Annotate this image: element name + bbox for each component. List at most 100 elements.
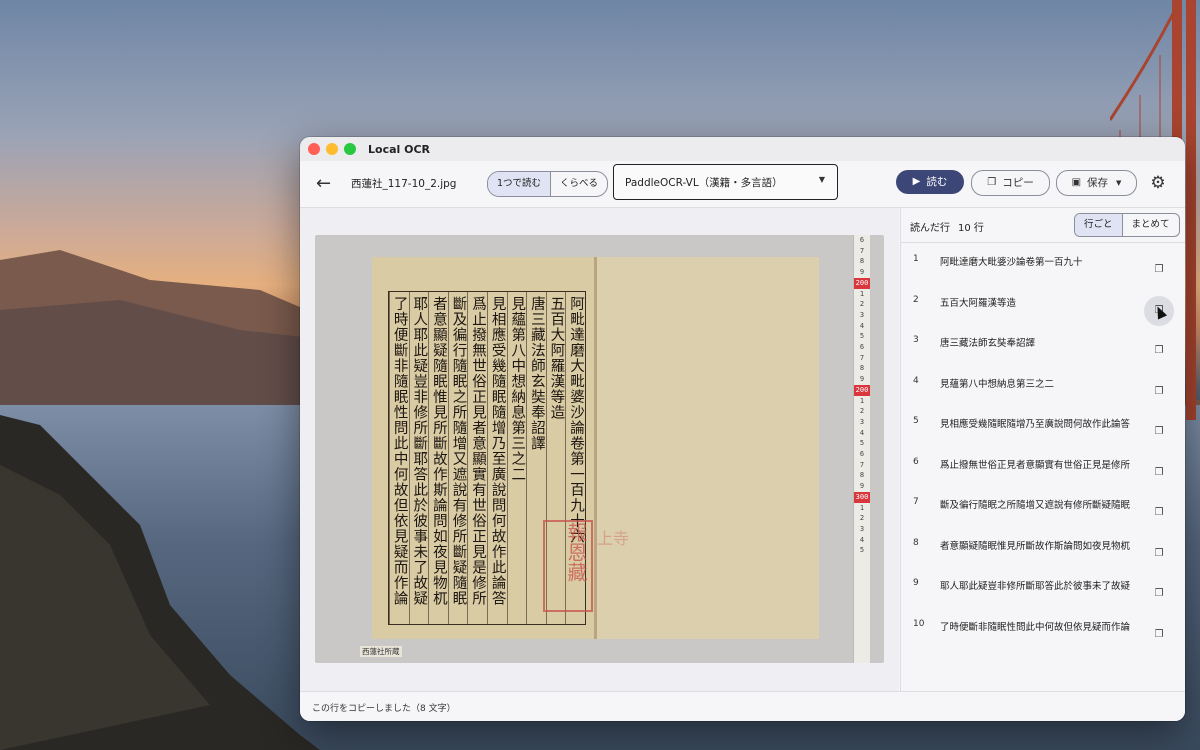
- copy-line-icon[interactable]: ❐: [1151, 384, 1167, 400]
- line-number: 7: [913, 497, 919, 507]
- ruler-mark: 3: [859, 524, 865, 533]
- copy-line-icon[interactable]: ❐: [1151, 546, 1167, 562]
- line-text: 爲止撥無世俗正見者意顯實有世俗正見是修所: [940, 459, 1131, 471]
- ruler-mark: 1: [859, 396, 865, 405]
- line-number: 5: [913, 416, 919, 426]
- line-text: 斷及徧行隨眠之所隨增又遮說有修所斷疑隨眠: [940, 500, 1131, 511]
- ruler-mark: 9: [859, 482, 865, 491]
- line-text: 唐三藏法師玄奘奉詔譯: [940, 338, 1036, 349]
- back-arrow-icon[interactable]: ←: [316, 173, 338, 195]
- ruler-mark: 9: [859, 375, 865, 384]
- faded-seal: 上寺: [597, 529, 630, 548]
- text-column: 爲止撥無世俗正見者意顯實有世俗正見是修所: [467, 292, 487, 624]
- ruler-mark: 9: [859, 268, 865, 277]
- ruler-mark: 2: [859, 514, 865, 523]
- status-message: この行をコピーしました（8 文字）: [312, 704, 456, 714]
- copy-icon: ❐: [987, 177, 997, 188]
- ruler-mark: 3: [859, 417, 865, 426]
- red-seal: 報恩藏: [543, 520, 593, 612]
- view-toggle: 行ごと まとめて: [1074, 213, 1180, 237]
- copy-all-button[interactable]: ❐ コピー: [971, 170, 1050, 196]
- result-line[interactable]: 3 唐三藏法師玄奘奉詔譯 ❐: [901, 325, 1185, 366]
- ruler-mark: 8: [859, 364, 865, 373]
- line-number: 1: [913, 254, 919, 264]
- measuring-ruler: 6 7 8 9 200 1 2 3 4 5 6 7 8 9 200 1 2 3 4 5 6 7 8 9 300 1 2 3 4 5: [853, 235, 870, 663]
- line-number: 2: [913, 294, 919, 305]
- line-number: 9: [913, 578, 919, 588]
- ruler-mark: 6: [859, 236, 865, 244]
- save-button-label: 保存: [1087, 177, 1109, 189]
- ruler-mark: 6: [859, 343, 865, 352]
- app-window: Local OCR ← 西蓮社_117-10_2.jpg 1つで読む くらべる …: [300, 137, 1185, 721]
- read-button[interactable]: ▶ 読む: [896, 170, 964, 194]
- results-panel: 読んだ行 10 行 行ごと まとめて 1 阿毗達磨大毗婆沙論卷第一百九十 ❐ 2 五百大阿…: [900, 208, 1185, 691]
- text-column: 斷及徧行隨眠之所隨增又遮說有修所斷疑隨眠: [447, 292, 468, 624]
- line-text: 見蘊第八中想納息第三之二: [940, 378, 1055, 390]
- copy-line-icon[interactable]: ❐: [1151, 586, 1167, 602]
- text-column: 耶人耶此疑豈非修所斷耶答此於彼事未了故疑: [408, 292, 429, 624]
- result-line[interactable]: 9 耶人耶此疑豈非修所斷耶答此於彼事未了故疑 ❐: [901, 568, 1185, 609]
- line-number: 10: [913, 618, 925, 629]
- document-image: 阿毗達磨大毗婆沙論卷第一百九十六 五百大阿羅漢等造 唐三藏法師玄奘奉詔譯 見蘊第八中想…: [315, 235, 884, 663]
- ruler-mark: 5: [859, 332, 865, 341]
- minimize-window-button[interactable]: [326, 143, 338, 155]
- chevron-down-icon: ▼: [818, 175, 825, 184]
- text-column: 見相應受幾隨眠隨增乃至廣說問何故作此論答: [487, 292, 507, 624]
- ruler-mark: 8: [859, 257, 865, 266]
- line-number: 3: [913, 335, 919, 345]
- result-line[interactable]: 4 見蘊第八中想納息第三之二 ❐: [901, 366, 1185, 407]
- ruler-mark: 5: [859, 439, 865, 448]
- save-icon: ▣: [1071, 177, 1082, 188]
- right-page: [597, 257, 819, 639]
- ruler-mark: 4: [859, 321, 865, 330]
- result-line[interactable]: 10 了時便斷非隨眠性問此中何故但依見疑而作論 ❐: [901, 609, 1185, 650]
- result-line[interactable]: 8 者意顯疑隨眠惟見所斷故作斯論問如夜見物杌 ❐: [901, 528, 1185, 569]
- background-rocks: [0, 415, 320, 750]
- mode-compare-tab[interactable]: くらべる: [551, 172, 607, 196]
- copy-line-icon[interactable]: ❐: [1151, 424, 1167, 440]
- line-number: 4: [913, 375, 919, 386]
- line-number: 6: [913, 456, 919, 467]
- line-number: 8: [913, 537, 919, 548]
- file-name: 西蓮社_117-10_2.jpg: [351, 178, 457, 190]
- ruler-mark: 5: [859, 546, 865, 555]
- model-select[interactable]: PaddleOCR-VL（漢籍・多言語） ▼: [613, 164, 838, 200]
- line-text: 阿毗達磨大毗婆沙論卷第一百九十: [940, 257, 1083, 268]
- result-line[interactable]: 6 爲止撥無世俗正見者意顯實有世俗正見是修所 ❐: [901, 447, 1185, 488]
- result-lines: 1 阿毗達磨大毗婆沙論卷第一百九十 ❐ 2 五百大阿羅漢等造 ❐ 3 唐三藏法師玄奘奉詔譯 ❐ 4…: [901, 244, 1185, 649]
- copy-line-icon[interactable]: ❐: [1151, 262, 1167, 278]
- mode-single-tab[interactable]: 1つで読む: [488, 172, 551, 196]
- image-preview-area: 阿毗達磨大毗婆沙論卷第一百九十六 五百大阿羅漢等造 唐三藏法師玄奘奉詔譯 見蘊第八中想…: [300, 208, 899, 691]
- ruler-mark: 2: [859, 300, 865, 309]
- ruler-mark: 3: [859, 310, 865, 319]
- copy-line-icon[interactable]: ❐: [1151, 627, 1167, 643]
- ruler-mark: 7: [859, 246, 865, 255]
- ruler-mark: 6: [859, 450, 865, 459]
- copy-line-icon[interactable]: ❐: [1151, 465, 1167, 481]
- view-per-line-tab[interactable]: 行ごと: [1075, 214, 1122, 236]
- zoom-window-button[interactable]: [344, 143, 356, 155]
- model-select-value: PaddleOCR-VL（漢籍・多言語）: [625, 177, 783, 189]
- result-line[interactable]: 5 見相應受幾隨眠隨增乃至廣說問何故作此論答 ❐: [901, 406, 1185, 447]
- result-line[interactable]: 1 阿毗達磨大毗婆沙論卷第一百九十 ❐: [901, 244, 1185, 285]
- view-combined-tab[interactable]: まとめて: [1123, 214, 1179, 236]
- close-window-button[interactable]: [308, 143, 320, 155]
- ruler-mark: 200: [854, 277, 870, 289]
- ruler-mark: 4: [859, 428, 865, 437]
- text-column: 見蘊第八中想納息第三之二: [506, 292, 527, 624]
- text-column: 者意顯疑隨眠惟見所斷故作斯論問如夜見物杌: [428, 292, 448, 624]
- result-line[interactable]: 7 斷及徧行隨眠之所隨增又遮說有修所斷疑隨眠 ❐: [901, 487, 1185, 528]
- save-button[interactable]: ▣ 保存 ▼: [1056, 170, 1137, 196]
- line-text: 見相應受幾隨眠隨增乃至廣說問何故作此論答: [940, 419, 1131, 430]
- gear-icon[interactable]: ⚙: [1148, 173, 1168, 193]
- ruler-mark: 200: [854, 384, 870, 396]
- result-line[interactable]: 2 五百大阿羅漢等造 ❐: [901, 285, 1185, 326]
- image-caption: 西蓮社所蔵: [360, 646, 402, 657]
- copy-line-icon[interactable]: ❐: [1151, 343, 1167, 359]
- copy-line-icon[interactable]: ❐: [1151, 505, 1167, 521]
- line-count: 10 行: [958, 223, 984, 234]
- chevron-down-icon: ▼: [1116, 179, 1122, 187]
- toolbar: ← 西蓮社_117-10_2.jpg 1つで読む くらべる PaddleOCR-…: [300, 161, 1185, 208]
- ruler-mark: 7: [859, 353, 865, 362]
- ruler-mark: 4: [859, 535, 865, 544]
